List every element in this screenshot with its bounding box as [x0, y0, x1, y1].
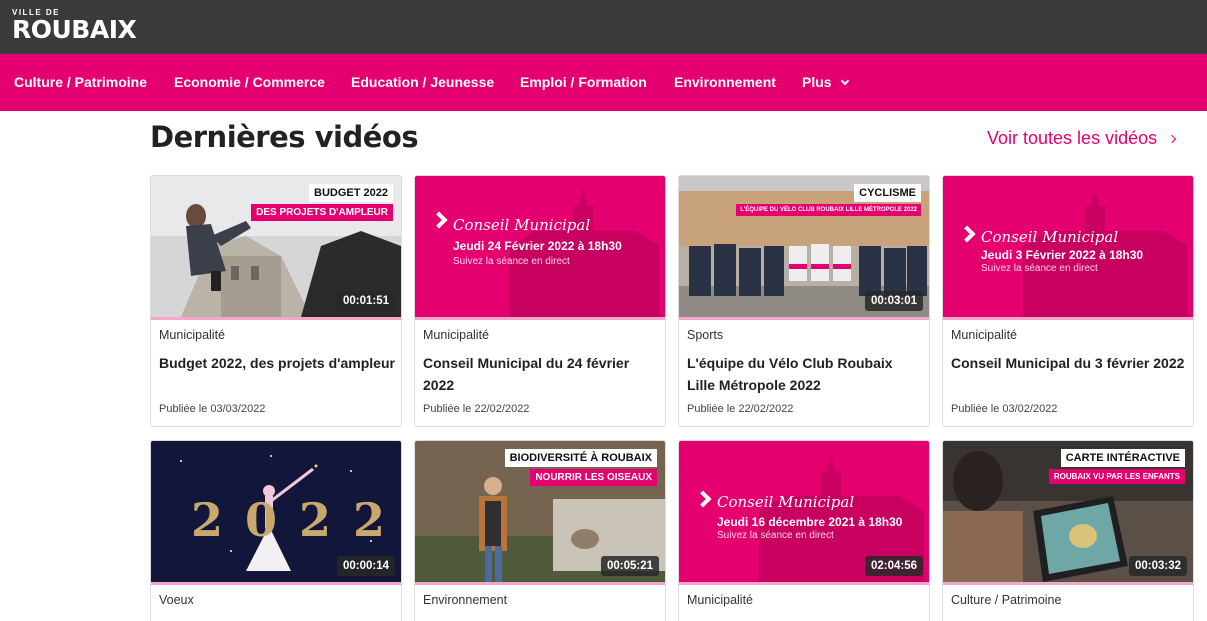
top-bar: VILLE DE ROUBAIX	[0, 0, 1207, 54]
nav-item-label: Emploi / Formation	[520, 74, 647, 90]
video-thumbnail: CARTE INTÉRACTIVE ROUBAIX VU PAR LES ENF…	[943, 441, 1193, 582]
thumbnail-tag: BUDGET 2022	[309, 184, 393, 202]
video-thumbnail: BIODIVERSITÉ À ROUBAIX NOURRIR LES OISEA…	[415, 441, 665, 582]
video-card[interactable]: Conseil Municipal Jeudi 24 Février 2022 …	[414, 175, 666, 427]
video-card[interactable]: CARTE INTÉRACTIVE ROUBAIX VU PAR LES ENF…	[942, 440, 1194, 621]
video-card[interactable]: Conseil Municipal Jeudi 3 Février 2022 à…	[942, 175, 1194, 427]
video-category: Voeux	[159, 593, 194, 607]
thumbnail-accent-bar	[943, 317, 1193, 320]
section-title: Dernières vidéos	[150, 120, 419, 154]
duration-badge: 00:03:01	[864, 291, 923, 311]
video-card[interactable]: Conseil Municipal Jeudi 16 décembre 2021…	[678, 440, 930, 621]
video-title[interactable]: Conseil Municipal du 24 février 2022	[423, 352, 659, 396]
thumbnail-accent-bar	[679, 582, 929, 585]
nav-item-culture[interactable]: Culture / Patrimoine	[14, 54, 147, 111]
chevron-right-icon	[1167, 134, 1177, 144]
video-thumbnail: Conseil Municipal Jeudi 24 Février 2022 …	[415, 176, 665, 317]
duration-badge: 00:05:21	[600, 556, 659, 576]
video-date: Publiée le 03/03/2022	[159, 403, 266, 415]
video-category: Municipalité	[423, 328, 490, 342]
video-title[interactable]: Budget 2022, des projets d'ampleur	[159, 352, 395, 374]
thumbnail-art-text: 2022	[191, 493, 401, 547]
nav-item-plus[interactable]: Plus	[802, 54, 849, 111]
video-thumbnail: CYCLISME L'ÉQUIPE DU VÉLO CLUB ROUBAIX L…	[679, 176, 929, 317]
town-hall-silhouette	[1023, 188, 1188, 317]
thumbnail-accent-bar	[943, 582, 1193, 585]
video-thumbnail: BUDGET 2022 DES PROJETS D'AMPLEUR 00:01:…	[151, 176, 401, 317]
video-category: Municipalité	[159, 328, 226, 342]
duration-badge: 00:00:14	[336, 556, 395, 576]
nav-item-emploi[interactable]: Emploi / Formation	[520, 54, 647, 111]
video-thumbnail: 2022 00:00:14	[151, 441, 401, 582]
duration-badge: 00:03:32	[1128, 556, 1187, 576]
thumbnail-accent-bar	[151, 582, 401, 585]
video-category: Municipalité	[951, 328, 1018, 342]
duration-badge: 02:04:56	[864, 556, 923, 576]
nav-item-economie[interactable]: Economie / Commerce	[174, 54, 325, 111]
video-date: Publiée le 22/02/2022	[423, 403, 530, 415]
video-thumbnail: Conseil Municipal Jeudi 3 Février 2022 à…	[943, 176, 1193, 317]
thumbnail-accent-bar	[415, 582, 665, 585]
video-category: Municipalité	[687, 593, 754, 607]
thumbnail-date: Jeudi 16 décembre 2021 à 18h30	[717, 515, 903, 529]
video-category: Sports	[687, 328, 724, 342]
video-category: Culture / Patrimoine	[951, 593, 1062, 607]
nav-item-environnement[interactable]: Environnement	[674, 54, 776, 111]
thumbnail-subtag: NOURRIR LES OISEAUX	[530, 469, 657, 486]
nav-item-label: Culture / Patrimoine	[14, 74, 148, 90]
nav-item-label: Plus	[802, 74, 832, 90]
thumbnail-accent-bar	[415, 317, 665, 320]
thumbnail-tag: CYCLISME	[854, 184, 921, 202]
thumbnail-heading: Conseil Municipal	[981, 228, 1119, 246]
video-card[interactable]: 2022 00:00:14 Voeux	[150, 440, 402, 621]
video-date: Publiée le 22/02/2022	[687, 403, 794, 415]
thumbnail-date: Jeudi 24 Février 2022 à 18h30	[453, 239, 622, 253]
nav-item-label: Education / Jeunesse	[351, 74, 495, 90]
video-thumbnail: Conseil Municipal Jeudi 16 décembre 2021…	[679, 441, 929, 582]
nav-item-label: Economie / Commerce	[174, 74, 325, 90]
video-date: Publiée le 03/02/2022	[951, 403, 1058, 415]
thumbnail-subtag: ROUBAIX VU PAR LES ENFANTS	[1048, 469, 1185, 484]
thumbnail-subtag: L'ÉQUIPE DU VÉLO CLUB ROUBAIX LILLE MÉTR…	[736, 204, 921, 216]
video-card[interactable]: CYCLISME L'ÉQUIPE DU VÉLO CLUB ROUBAIX L…	[678, 175, 930, 427]
video-title[interactable]: L'équipe du Vélo Club Roubaix Lille Métr…	[687, 352, 923, 396]
thumbnail-accent-bar	[679, 317, 929, 320]
site-logo[interactable]: VILLE DE ROUBAIX	[12, 8, 137, 44]
video-card[interactable]: BIODIVERSITÉ À ROUBAIX NOURRIR LES OISEA…	[414, 440, 666, 621]
chevron-down-icon	[840, 76, 849, 86]
thumbnail-heading: Conseil Municipal	[717, 493, 855, 511]
main-nav: Culture / Patrimoine Economie / Commerce…	[0, 54, 1207, 111]
thumbnail-heading: Conseil Municipal	[453, 216, 591, 234]
thumbnail-accent-bar	[151, 317, 401, 320]
thumbnail-subtitle: Suivez la séance en direct	[453, 256, 570, 267]
video-title[interactable]: Conseil Municipal du 3 février 2022	[951, 352, 1187, 374]
thumbnail-subtitle: Suivez la séance en direct	[981, 263, 1098, 274]
thumbnail-date: Jeudi 3 Février 2022 à 18h30	[981, 248, 1144, 262]
nav-item-education[interactable]: Education / Jeunesse	[351, 54, 494, 111]
see-all-label: Voir toutes les vidéos	[987, 128, 1158, 148]
thumbnail-subtitle: Suivez la séance en direct	[717, 530, 834, 541]
duration-badge: 00:01:51	[336, 291, 395, 311]
nav-item-label: Environnement	[674, 74, 776, 90]
video-card[interactable]: BUDGET 2022 DES PROJETS D'AMPLEUR 00:01:…	[150, 175, 402, 427]
thumbnail-tag: CARTE INTÉRACTIVE	[1060, 449, 1185, 467]
thumbnail-subtag: DES PROJETS D'AMPLEUR	[251, 204, 393, 221]
logo-main-text: ROUBAIX	[12, 15, 137, 44]
see-all-videos-link[interactable]: Voir toutes les vidéos	[987, 128, 1177, 149]
video-category: Environnement	[423, 593, 508, 607]
thumbnail-tag: BIODIVERSITÉ À ROUBAIX	[504, 449, 657, 467]
